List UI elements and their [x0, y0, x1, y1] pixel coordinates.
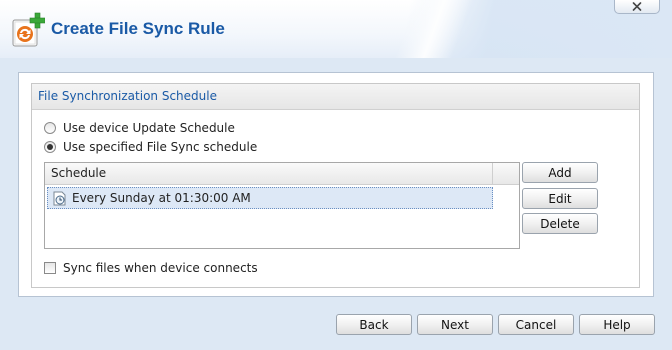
schedule-group: File Synchronization Schedule Use device… — [31, 83, 640, 288]
content-panel: File Synchronization Schedule Use device… — [18, 72, 654, 297]
schedule-list[interactable]: Schedule Every Sunday at 01:30:00 AM — [44, 162, 520, 249]
delete-button[interactable]: Delete — [522, 213, 598, 234]
add-button[interactable]: Add — [522, 162, 598, 183]
header-highlight — [360, 0, 480, 58]
edit-button[interactable]: Edit — [522, 188, 598, 209]
table-row[interactable]: Every Sunday at 01:30:00 AM — [47, 187, 493, 209]
column-header-label: Schedule — [51, 166, 107, 180]
dialog-title: Create File Sync Rule — [51, 19, 225, 38]
checkbox-label: Sync files when device connects — [63, 261, 258, 275]
close-icon — [632, 2, 642, 11]
help-button[interactable]: Help — [579, 314, 655, 335]
sync-on-connect-option[interactable]: Sync files when device connects — [44, 261, 258, 275]
radio-device-update-schedule[interactable]: Use device Update Schedule — [44, 121, 235, 135]
radio-specified-schedule[interactable]: Use specified File Sync schedule — [44, 140, 257, 154]
next-button[interactable]: Next — [417, 314, 493, 335]
group-title: File Synchronization Schedule — [32, 84, 639, 110]
radio-label: Use device Update Schedule — [63, 121, 235, 135]
schedule-text: Every Sunday at 01:30:00 AM — [72, 191, 251, 205]
clock-document-icon — [53, 191, 66, 205]
sync-on-connect-checkbox[interactable] — [44, 262, 56, 274]
list-column-header[interactable]: Schedule — [45, 163, 519, 185]
close-button[interactable] — [614, 0, 660, 14]
cancel-button[interactable]: Cancel — [498, 314, 574, 335]
back-button[interactable]: Back — [336, 314, 412, 335]
column-header-spacer — [492, 163, 520, 184]
radio-button-checked[interactable] — [44, 141, 56, 153]
radio-label: Use specified File Sync schedule — [63, 140, 258, 154]
dialog-header: Create File Sync Rule — [0, 0, 672, 58]
file-sync-add-icon — [12, 12, 45, 47]
radio-button[interactable] — [44, 122, 56, 134]
